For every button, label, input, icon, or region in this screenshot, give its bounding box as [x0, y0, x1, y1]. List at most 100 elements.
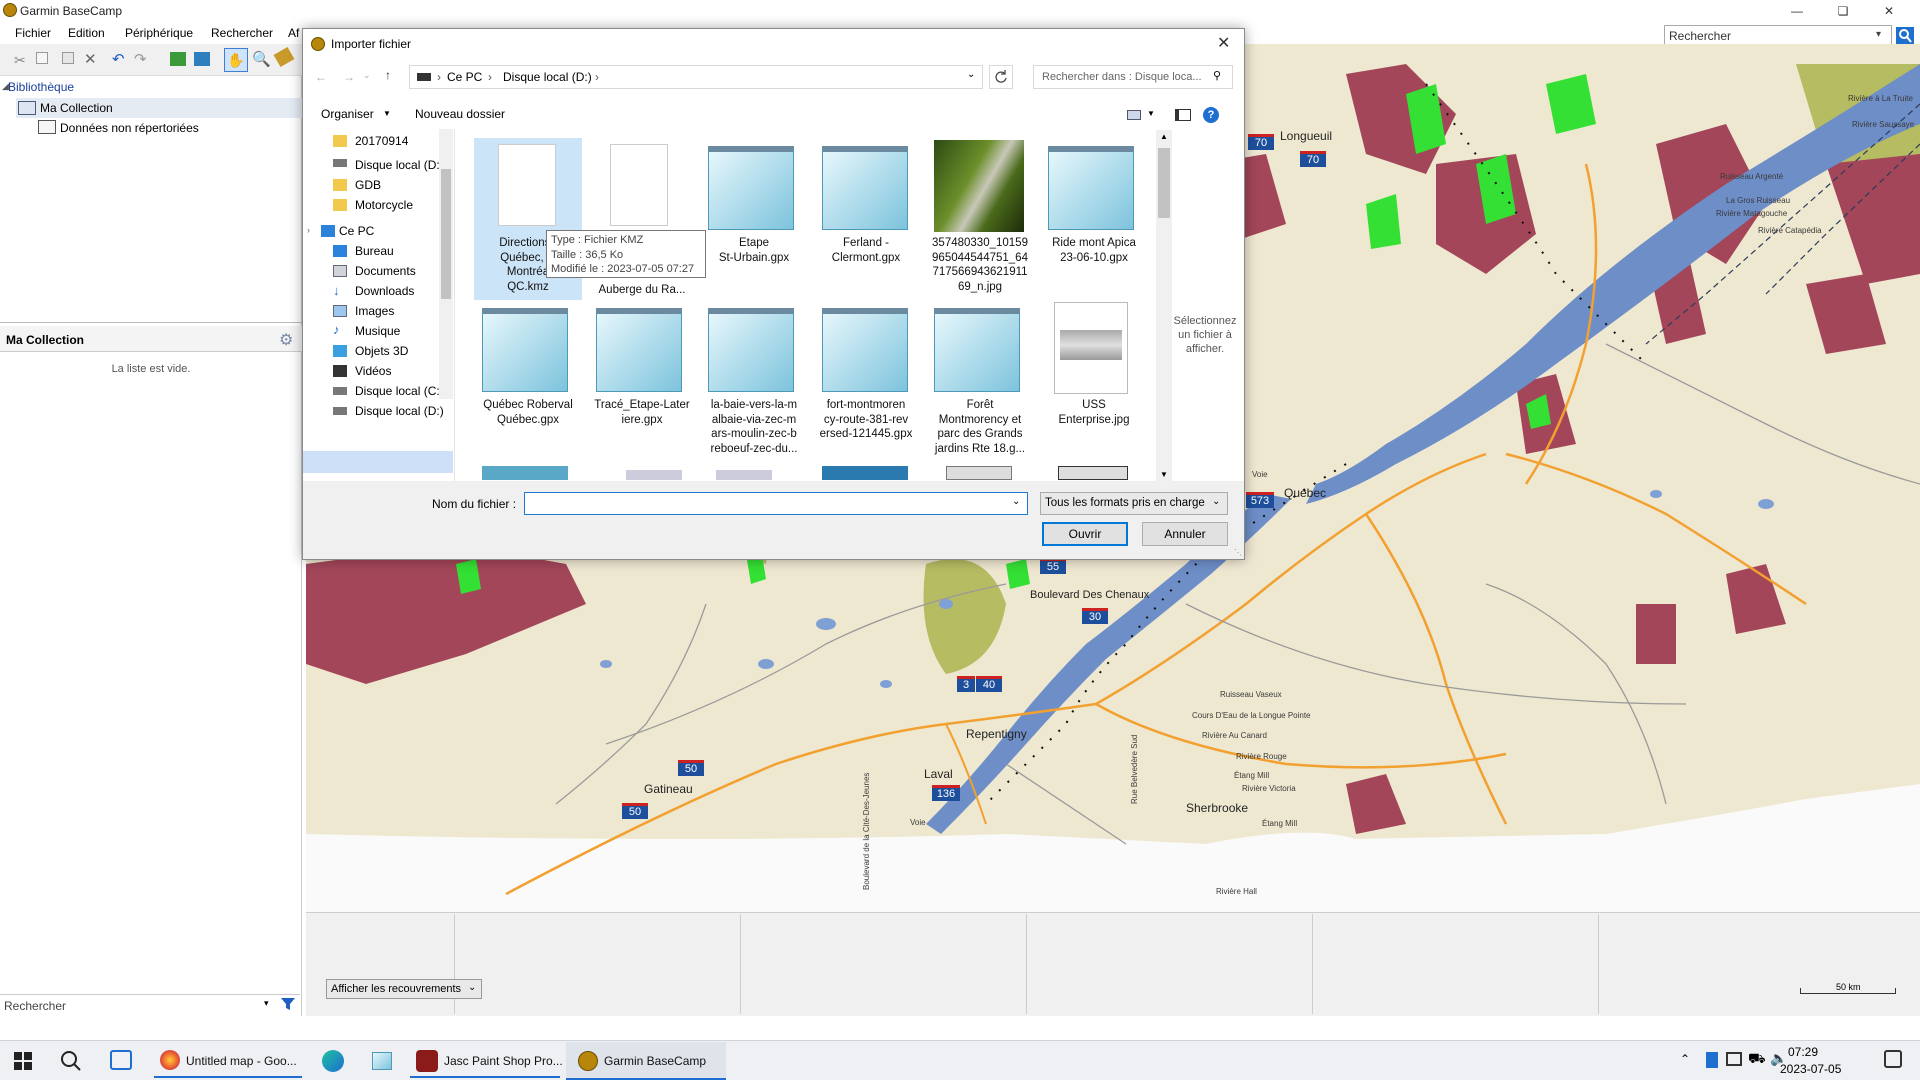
- new-folder-button[interactable]: Nouveau dossier: [415, 107, 505, 121]
- breadcrumb-disque-d[interactable]: Disque local (D:): [503, 70, 592, 84]
- search-icon[interactable]: [60, 1050, 82, 1072]
- windows-start-icon[interactable]: [14, 1052, 32, 1070]
- map-label-gatineau[interactable]: Gatineau: [644, 782, 693, 796]
- breadcrumb-separator[interactable]: ›: [595, 70, 599, 84]
- delete-icon[interactable]: ✕: [84, 50, 102, 68]
- file-tile[interactable]: Québec Roberval Québec.gpx: [480, 398, 576, 427]
- map-label-laval[interactable]: Laval: [924, 767, 953, 781]
- uncategorized-data-item[interactable]: Données non répertoriées: [60, 121, 199, 135]
- edge-icon[interactable]: [322, 1050, 344, 1072]
- file-tile[interactable]: fort-montmoren cy-route-381-rev ersed-12…: [818, 398, 914, 442]
- left-search-input[interactable]: Rechercher: [0, 994, 300, 1016]
- send-to-device-icon[interactable]: [170, 52, 186, 66]
- scroll-down-icon[interactable]: ▼: [1160, 470, 1168, 479]
- hand-tool-icon[interactable]: ✋: [224, 48, 248, 72]
- nav-item-musique[interactable]: Musique: [355, 321, 400, 341]
- map-label-repentigny[interactable]: Repentigny: [966, 727, 1027, 741]
- chevron-down-icon[interactable]: ▼: [1147, 109, 1155, 118]
- notifications-icon[interactable]: [1884, 1050, 1902, 1068]
- redo-icon[interactable]: ↷: [134, 50, 152, 68]
- clock-time[interactable]: 07:29: [1788, 1045, 1818, 1059]
- file-tile[interactable]: Tracé_Etape-Later iere.gpx: [594, 398, 690, 427]
- nav-item-downloads[interactable]: Downloads: [355, 281, 414, 301]
- top-search-button[interactable]: [1896, 27, 1914, 45]
- receive-from-device-icon[interactable]: [194, 52, 210, 66]
- gear-icon[interactable]: ⚙: [279, 330, 293, 350]
- breadcrumb-ce-pc[interactable]: Ce PC: [447, 70, 482, 84]
- nav-item-motorcycle[interactable]: Motorcycle: [355, 195, 413, 215]
- tray-app-icon[interactable]: [1706, 1052, 1718, 1068]
- address-dropdown-icon[interactable]: ⌄: [967, 69, 975, 80]
- breadcrumb-separator[interactable]: ›: [437, 70, 441, 84]
- nav-item-disque-d-quick[interactable]: Disque local (D:): [355, 155, 444, 175]
- nav-item-videos[interactable]: Vidéos: [355, 361, 391, 381]
- up-arrow-icon[interactable]: ↑: [385, 68, 391, 82]
- back-arrow-icon[interactable]: ←: [315, 70, 327, 84]
- view-mode-icon[interactable]: [1127, 110, 1141, 120]
- nav-item-gdb[interactable]: GDB: [355, 175, 381, 195]
- refresh-button[interactable]: [989, 65, 1013, 89]
- file-tile[interactable]: Forêt Montmorency et parc des Grands jar…: [932, 398, 1028, 456]
- menu-rechercher[interactable]: Rechercher: [211, 26, 273, 40]
- paste-icon[interactable]: [62, 52, 74, 64]
- filter-icon[interactable]: [280, 996, 296, 1012]
- map-label-longueuil[interactable]: Longueuil: [1280, 129, 1332, 143]
- left-search-dropdown-icon[interactable]: ▾: [264, 998, 269, 1009]
- help-icon[interactable]: ?: [1203, 107, 1219, 123]
- task-view-icon[interactable]: [110, 1050, 132, 1070]
- forward-arrow-icon[interactable]: →: [343, 70, 355, 84]
- file-tile[interactable]: Ride mont Apica 23-06-10.gpx: [1046, 236, 1142, 265]
- filename-dropdown-icon[interactable]: ⌄: [1012, 496, 1020, 507]
- map-label-sherbrooke[interactable]: Sherbrooke: [1186, 801, 1248, 815]
- preview-pane-icon[interactable]: [1175, 109, 1191, 121]
- file-tile[interactable]: USS Enterprise.jpg: [1046, 398, 1142, 427]
- undo-icon[interactable]: ↶: [112, 50, 130, 68]
- security-icon[interactable]: ⛟: [1748, 1050, 1766, 1069]
- nav-item-disque-c[interactable]: Disque local (C:): [355, 381, 444, 401]
- expand-icon[interactable]: ›: [307, 225, 310, 235]
- files-scrollbar-thumb[interactable]: [1158, 148, 1170, 218]
- dialog-search-input[interactable]: Rechercher dans : Disque loca...: [1033, 65, 1233, 89]
- scroll-up-icon[interactable]: ▲: [1160, 132, 1168, 141]
- file-tile[interactable]: 357480330_10159 965044544751_64 71756694…: [932, 236, 1028, 294]
- recent-locations-icon[interactable]: ⌄: [363, 70, 371, 81]
- nav-item-bureau[interactable]: Bureau: [355, 241, 394, 261]
- file-tile[interactable]: la-baie-vers-la-m albaie-via-zec-m ars-m…: [706, 398, 802, 456]
- nav-item-objets-3d[interactable]: Objets 3D: [355, 341, 408, 361]
- map-label-quebec[interactable]: Québec: [1284, 486, 1326, 500]
- close-window-button[interactable]: ✕: [1866, 0, 1912, 22]
- file-tile[interactable]: Etape St-Urbain.gpx: [706, 236, 802, 265]
- tray-chevron-up-icon[interactable]: ⌃: [1680, 1052, 1690, 1066]
- nav-item-20170914[interactable]: 20170914: [355, 131, 408, 151]
- resize-grip-icon[interactable]: ⋱: [1234, 548, 1242, 557]
- minimize-button[interactable]: —: [1774, 0, 1820, 22]
- file-tile[interactable]: Ferland - Clermont.gpx: [818, 236, 914, 265]
- address-bar[interactable]: [409, 65, 983, 89]
- nav-item-documents[interactable]: Documents: [355, 261, 416, 281]
- filename-input[interactable]: [524, 492, 1028, 515]
- copy-icon[interactable]: [36, 52, 48, 64]
- nav-scrollbar-thumb[interactable]: [441, 169, 451, 299]
- menu-affichage[interactable]: Af: [288, 26, 299, 40]
- zoom-icon[interactable]: 🔍: [252, 50, 271, 68]
- nav-item-disque-d[interactable]: Disque local (D:): [355, 401, 444, 421]
- close-icon[interactable]: ✕: [1217, 33, 1230, 53]
- organize-button[interactable]: Organiser: [321, 107, 374, 121]
- open-button[interactable]: Ouvrir: [1042, 522, 1128, 546]
- clock-date[interactable]: 2023-07-05: [1780, 1062, 1841, 1076]
- menu-fichier[interactable]: Fichier: [15, 26, 51, 40]
- overlap-select[interactable]: Afficher les recouvrements: [326, 979, 482, 999]
- menu-edition[interactable]: Edition: [68, 26, 105, 40]
- cancel-button[interactable]: Annuler: [1142, 522, 1228, 546]
- menu-peripherique[interactable]: Périphérique: [125, 26, 193, 40]
- file-type-select[interactable]: Tous les formats pris en charge: [1040, 492, 1228, 515]
- cut-icon[interactable]: ✂: [14, 52, 32, 70]
- nav-item-ce-pc[interactable]: Ce PC: [339, 221, 374, 241]
- nav-item-images[interactable]: Images: [355, 301, 394, 321]
- top-search-dropdown-icon[interactable]: ▾: [1876, 29, 1881, 40]
- notepad-icon[interactable]: [372, 1052, 392, 1070]
- network-icon[interactable]: [1726, 1052, 1742, 1066]
- breadcrumb-separator[interactable]: ›: [488, 70, 492, 84]
- library-header[interactable]: Bibliothèque: [8, 80, 74, 94]
- maximize-button[interactable]: ❏: [1820, 0, 1866, 22]
